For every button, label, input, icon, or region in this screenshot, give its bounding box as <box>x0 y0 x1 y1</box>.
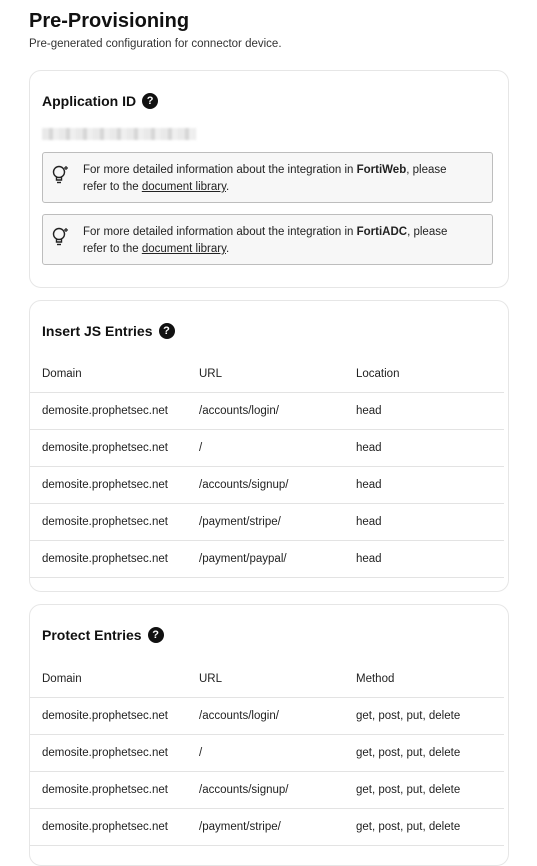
cell-url: /payment/stripe/ <box>187 503 344 541</box>
cell-method: get, post, put, delete <box>344 734 504 772</box>
cell-domain: demosite.prophetsec.net <box>30 429 187 467</box>
application-id-title-row: Application ID ? <box>42 93 159 109</box>
cell-method: get, post, put, delete <box>344 771 504 809</box>
protect-title: Protect Entries <box>42 627 142 643</box>
cell-domain: demosite.prophetsec.net <box>30 503 187 541</box>
application-id-value-redacted <box>42 128 196 140</box>
table-row: demosite.prophetsec.net/accounts/signup/… <box>30 466 504 504</box>
application-id-title: Application ID <box>42 93 137 109</box>
column-header-url: URL <box>187 355 344 393</box>
cell-url: /accounts/signup/ <box>187 466 344 504</box>
column-header-location: Location <box>344 355 504 393</box>
column-header-url: URL <box>187 660 344 698</box>
cell-method: get, post, put, delete <box>344 697 504 735</box>
table-row: demosite.prophetsec.net/accounts/signup/… <box>30 771 504 809</box>
cell-url: /accounts/signup/ <box>187 771 344 809</box>
page-title: Pre-Provisioning <box>29 10 190 32</box>
column-header-domain: Domain <box>30 660 187 698</box>
document-library-link[interactable]: document library <box>142 243 226 255</box>
cell-url: /accounts/login/ <box>187 697 344 735</box>
fortiweb-info-text: For more detailed information about the … <box>83 164 447 193</box>
table-row: demosite.prophetsec.net/accounts/login/h… <box>30 392 504 430</box>
column-header-method: Method <box>344 660 504 698</box>
lightbulb-icon <box>52 227 68 246</box>
question-circle-icon[interactable]: ? <box>158 323 175 339</box>
fortiadc-info-text: For more detailed information about the … <box>83 226 448 255</box>
insert-js-card: Insert JS Entries ? Domain URL Location … <box>29 300 509 592</box>
table-row: demosite.prophetsec.net / head <box>30 429 504 467</box>
cell-domain: demosite.prophetsec.net <box>30 734 187 772</box>
fortiadc-info-box: For more detailed information about the … <box>42 214 493 265</box>
question-circle-icon[interactable]: ? <box>142 93 159 109</box>
fortiweb-info-box: For more detailed information about the … <box>42 152 493 203</box>
question-circle-icon[interactable]: ? <box>147 627 164 643</box>
cell-domain: demosite.prophetsec.net <box>30 697 187 735</box>
page-subtitle: Pre-generated configuration for connecto… <box>29 38 282 50</box>
insert-js-table: Domain URL Location demosite.prophetsec.… <box>30 355 504 578</box>
cell-url: /accounts/login/ <box>187 392 344 430</box>
cell-location: head <box>344 392 504 430</box>
cell-method: get, post, put, delete <box>344 808 504 846</box>
cell-url: /payment/stripe/ <box>187 808 344 846</box>
cell-location: head <box>344 540 504 578</box>
table-row: demosite.prophetsec.net/payment/stripe/h… <box>30 503 504 541</box>
table-row: demosite.prophetsec.net/payment/stripe/g… <box>30 808 504 846</box>
application-id-card: Application ID ? For more detailed infor… <box>29 70 509 288</box>
protect-title-row: Protect Entries ? <box>42 627 164 643</box>
cell-url: /payment/paypal/ <box>187 540 344 578</box>
cell-location: head <box>344 503 504 541</box>
lightbulb-icon <box>52 165 68 184</box>
table-row: demosite.prophetsec.net/payment/paypal/h… <box>30 540 504 578</box>
cell-domain: demosite.prophetsec.net <box>30 392 187 430</box>
table-row: demosite.prophetsec.net/accounts/login/g… <box>30 697 504 735</box>
cell-location: head <box>344 429 504 467</box>
table-row: demosite.prophetsec.net / get, post, put, … <box>30 734 504 772</box>
table-header-row: Domain URL Location <box>30 355 504 393</box>
cell-url: / <box>187 734 344 772</box>
cell-domain: demosite.prophetsec.net <box>30 771 187 809</box>
insert-js-title: Insert JS Entries <box>42 323 153 339</box>
cell-location: head <box>344 466 504 504</box>
table-header-row: Domain URL Method <box>30 660 504 698</box>
cell-domain: demosite.prophetsec.net <box>30 466 187 504</box>
pre-provisioning-page: Pre-Provisioning Pre-generated configura… <box>29 0 509 866</box>
protect-card: Protect Entries ? Domain URL Method demo… <box>29 604 509 866</box>
column-header-domain: Domain <box>30 355 187 393</box>
cell-url: / <box>187 429 344 467</box>
document-library-link[interactable]: document library <box>142 181 226 193</box>
cell-domain: demosite.prophetsec.net <box>30 808 187 846</box>
insert-js-title-row: Insert JS Entries ? <box>42 323 175 339</box>
protect-table: Domain URL Method demosite.prophetsec.ne… <box>30 660 504 846</box>
cell-domain: demosite.prophetsec.net <box>30 540 187 578</box>
